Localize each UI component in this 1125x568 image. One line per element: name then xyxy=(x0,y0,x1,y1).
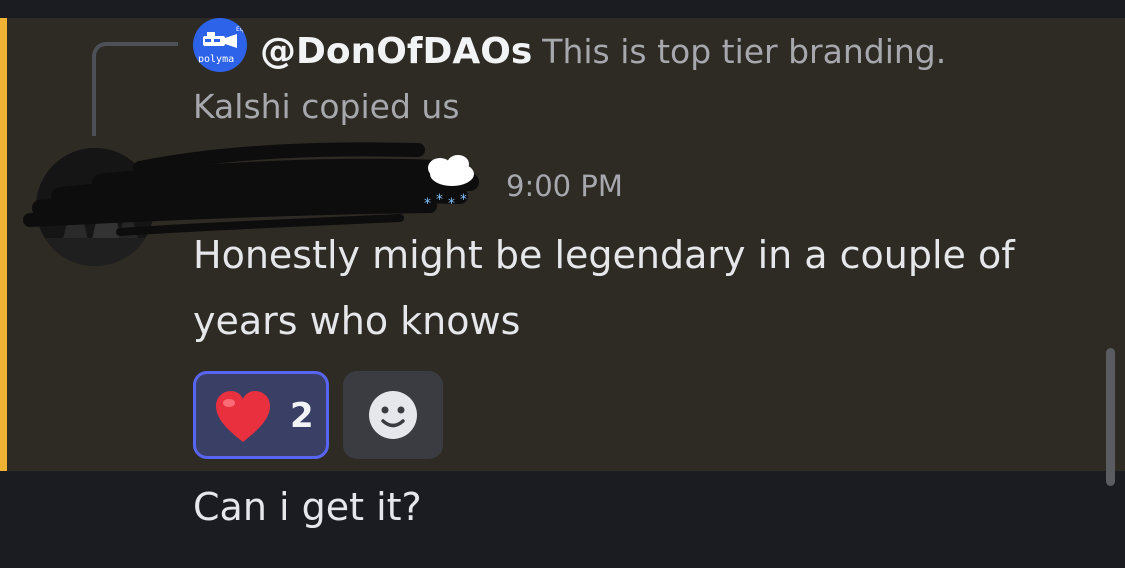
reply-avatar-label: polyma xyxy=(198,54,235,65)
reply-spine xyxy=(92,42,178,136)
reply-preview-text: This is top tier branding. xyxy=(542,32,947,71)
message-text: Honestly might be legendary in a couple … xyxy=(193,233,1015,343)
add-reaction-button[interactable] xyxy=(343,371,443,459)
svg-text:*: * xyxy=(448,196,455,212)
reply-avatar[interactable]: Eq polyma xyxy=(193,18,247,72)
avatar-image xyxy=(36,148,154,266)
reaction-heart-button[interactable]: 2 xyxy=(193,371,329,459)
snow-cloud-icon: * * * * xyxy=(424,155,474,212)
top-strip xyxy=(0,0,1125,18)
reply-author[interactable]: @DonOfDAOs xyxy=(260,31,532,72)
mention-bar xyxy=(0,18,7,471)
svg-text:*: * xyxy=(436,192,443,208)
next-message-text: Can i get it? xyxy=(193,485,422,529)
red-heart-icon xyxy=(216,391,270,442)
scrollbar-thumb[interactable] xyxy=(1106,348,1115,486)
smiley-icon xyxy=(369,391,417,439)
svg-text:*: * xyxy=(424,196,431,212)
message-timestamp[interactable]: 9:00 PM xyxy=(506,164,623,208)
reaction-count: 2 xyxy=(290,396,314,436)
reply-preview[interactable]: @DonOfDAOs This is top tier branding. xyxy=(260,26,946,78)
author-avatar[interactable] xyxy=(36,148,154,266)
svg-text:*: * xyxy=(460,192,467,208)
reply-preview-continuation: Kalshi copied us xyxy=(193,87,460,126)
